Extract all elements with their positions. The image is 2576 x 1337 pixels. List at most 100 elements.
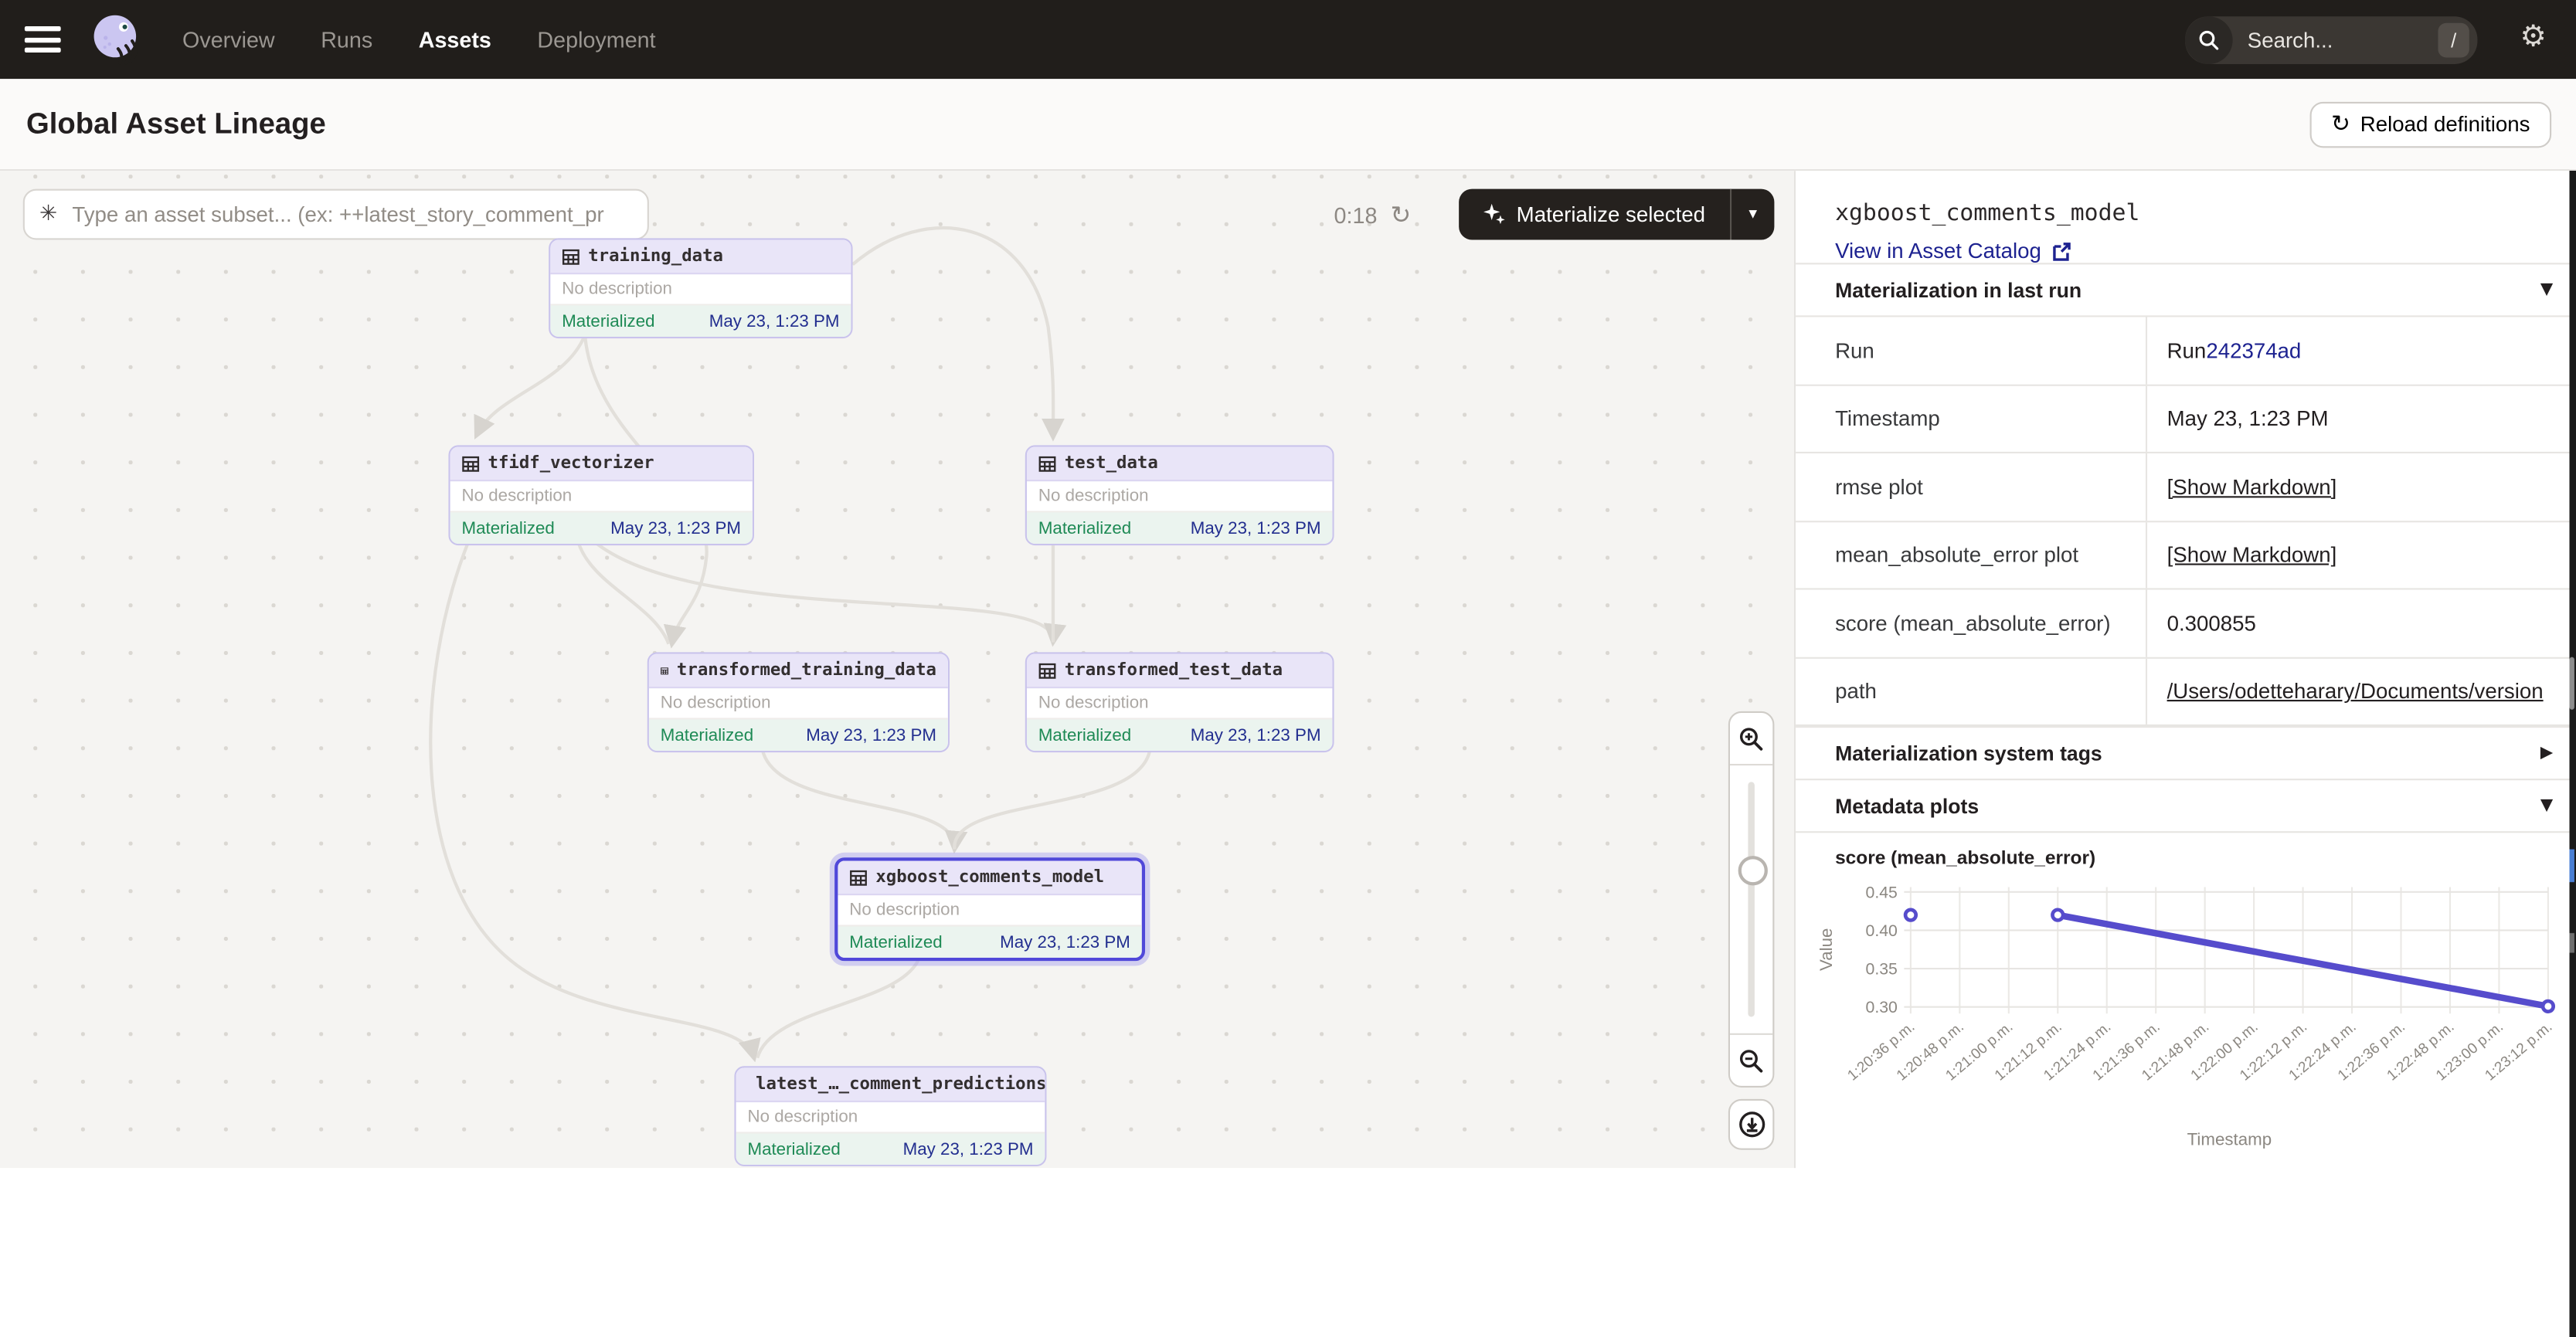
metadata-plot-title: score (mean_absolute_error) [1835,850,2576,870]
path-link[interactable]: /Users/odetteharary/Documents/version [2167,679,2544,704]
svg-text:Timestamp: Timestamp [2187,1129,2272,1149]
refresh-timer: 0:18 ↻ [1334,200,1412,229]
sparkle-icon [1483,204,1505,226]
asset-node-test-data[interactable]: test_data No description Materialized May… [1025,445,1334,545]
svg-text:0.40: 0.40 [1866,921,1898,940]
zoom-in-button[interactable] [1730,713,1772,765]
asset-lineage-graph[interactable]: ✳ 0:18 ↻ Materialize selected ▾ [0,171,1794,1168]
last-run-table: Run Run 242374ad Timestamp May 23, 1:23 … [1796,315,2576,726]
nav-runs[interactable]: Runs [321,27,372,52]
asset-subset-input[interactable] [69,200,633,228]
refresh-icon[interactable]: ↻ [1390,200,1411,229]
asset-subset-filter[interactable]: ✳ [23,189,649,240]
materialized-timestamp: May 23, 1:23 PM [709,311,840,331]
asset-name: test_data [1065,453,1158,473]
chevron-down-icon: ▼ [2540,281,2553,299]
asset-name: tfidf_vectorizer [488,453,654,473]
asset-name: latest_…_comment_predictions [756,1074,1046,1094]
materialize-options-caret[interactable]: ▾ [1731,189,1774,240]
status-label: Materialized [849,932,942,952]
asset-detail-panel: xgboost_comments_model View in Asset Cat… [1794,171,2576,1168]
nav-links: Overview Runs Assets Deployment [182,27,656,52]
table-row: rmse plot [Show Markdown] [1796,453,2576,521]
materialize-selected-split-button[interactable]: Materialize selected ▾ [1459,189,1774,240]
hamburger-menu-icon[interactable] [25,26,61,53]
asset-description: No description [1027,481,1332,512]
dagster-logo[interactable] [83,8,146,71]
svg-text:0.30: 0.30 [1866,998,1898,1016]
reload-definitions-button[interactable]: ↻ Reload definitions [2309,101,2551,148]
table-icon [1038,454,1056,472]
panel-asset-name: xgboost_comments_model [1835,200,2553,226]
zoom-out-button[interactable] [1730,1033,1772,1086]
asset-node-transformed-training-data[interactable]: transformed_training_data No description… [647,652,950,752]
nav-assets[interactable]: Assets [419,27,491,52]
settings-gear-icon[interactable]: ⚙ [2520,23,2546,53]
asset-node-training-data[interactable]: training_data No description Materialize… [549,238,852,338]
asset-description: No description [1027,688,1332,719]
materialized-timestamp: May 23, 1:23 PM [806,725,936,745]
zoom-in-icon [1738,725,1765,752]
asset-name: transformed_test_data [1065,660,1283,680]
page-title: Global Asset Lineage [26,107,326,141]
download-graph-button[interactable] [1728,1099,1775,1150]
chevron-right-icon: ▶ [2540,744,2553,762]
metadata-plot-container: 0.450.400.350.301:20:36 p.m.1:20:48 p.m.… [1809,869,2576,1159]
materialized-timestamp: May 23, 1:23 PM [1191,725,1321,745]
show-markdown-link[interactable]: [Show Markdown] [2167,474,2337,499]
nav-deployment[interactable]: Deployment [537,27,655,52]
asset-description: No description [550,274,851,305]
asset-name: xgboost_comments_model [875,867,1104,887]
materialize-selected-button[interactable]: Materialize selected [1459,189,1730,240]
zoom-slider-handle[interactable] [1738,856,1768,885]
asset-node-tfidf-vectorizer[interactable]: tfidf_vectorizer No description Material… [448,445,753,545]
table-icon [1038,661,1056,679]
asset-node-transformed-test-data[interactable]: transformed_test_data No description Mat… [1025,652,1334,752]
metadata-plot: 0.450.400.350.301:20:36 p.m.1:20:48 p.m.… [1809,869,2564,1152]
status-label: Materialized [562,311,654,331]
status-label: Materialized [661,725,753,745]
table-icon [461,454,479,472]
svg-text:0.35: 0.35 [1866,960,1898,979]
run-id-link[interactable]: 242374ad [2206,338,2301,363]
show-markdown-link[interactable]: [Show Markdown] [2167,542,2337,567]
nav-overview[interactable]: Overview [182,27,275,52]
background-window-sliver [2569,171,2576,1337]
global-search[interactable]: Search... / [2185,16,2477,64]
chevron-down-icon: ▼ [2540,796,2553,814]
asset-description: No description [838,895,1141,926]
materialized-timestamp: May 23, 1:23 PM [903,1139,1034,1159]
refresh-icon: ↻ [2331,113,2350,136]
svg-text:0.45: 0.45 [1866,883,1898,901]
view-in-asset-catalog-link[interactable]: View in Asset Catalog [1835,238,2071,263]
op-selector-icon: ✳ [39,202,57,227]
table-row: Run Run 242374ad [1796,317,2576,385]
table-icon [849,868,867,886]
main-content: ✳ 0:18 ↻ Materialize selected ▾ [0,171,2576,1168]
materialized-timestamp: May 23, 1:23 PM [1000,932,1130,952]
materialized-timestamp: May 23, 1:23 PM [1191,518,1321,538]
table-row: Timestamp May 23, 1:23 PM [1796,385,2576,453]
table-row: mean_absolute_error plot [Show Markdown] [1796,521,2576,589]
timer-value: 0:18 [1334,203,1378,228]
zoom-controls [1728,711,1775,1088]
search-shortcut-badge: / [2438,23,2469,58]
asset-name: training_data [588,246,723,266]
asset-node-latest-comment-predictions[interactable]: latest_…_comment_predictions No descript… [734,1066,1046,1166]
zoom-out-icon [1738,1047,1765,1074]
top-nav: Overview Runs Assets Deployment Search..… [0,0,2576,79]
table-icon [661,661,669,679]
status-label: Materialized [1038,518,1131,538]
asset-node-xgboost-comments-model[interactable]: xgboost_comments_model No description Ma… [834,857,1145,961]
section-materialization-system-tags[interactable]: Materialization system tags ▶ [1796,726,2576,779]
section-materialization-last-run[interactable]: Materialization in last run ▼ [1796,263,2576,315]
table-row: score (mean_absolute_error) 0.300855 [1796,590,2576,658]
section-metadata-plots[interactable]: Metadata plots ▼ [1796,779,2576,833]
asset-description: No description [736,1102,1045,1133]
search-icon [2185,16,2233,64]
zoom-slider-track[interactable] [1748,782,1755,1016]
external-link-icon [2051,241,2071,261]
svg-text:Value: Value [1816,928,1836,971]
page-header: Global Asset Lineage ↻ Reload definition… [0,79,2576,171]
status-label: Materialized [747,1139,840,1159]
